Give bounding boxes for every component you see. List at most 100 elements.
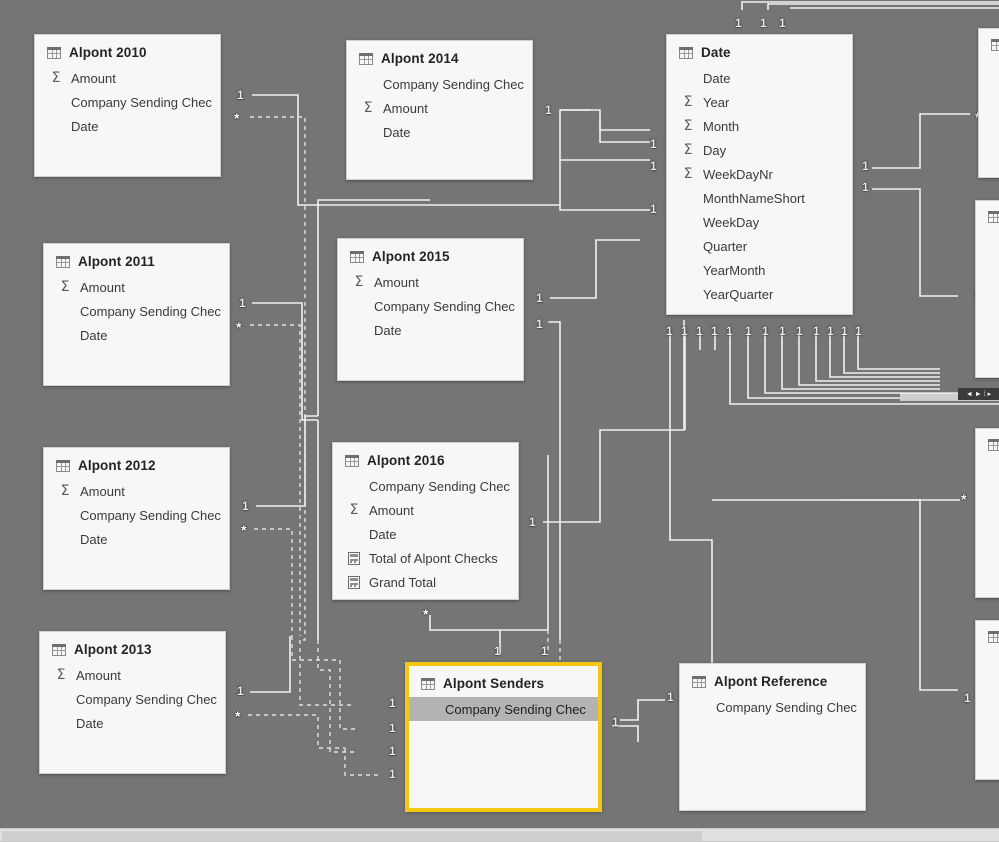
field-row[interactable]: YearMonth bbox=[667, 258, 852, 282]
field-row[interactable]: Σ Amount bbox=[44, 479, 229, 503]
table-header[interactable]: Alpont 2013 bbox=[40, 632, 225, 663]
field-label: Date bbox=[703, 70, 731, 86]
field-label: Date bbox=[374, 322, 402, 338]
field-row[interactable]: Date bbox=[333, 522, 518, 546]
field-row[interactable]: Σ Day bbox=[667, 138, 852, 162]
field-row[interactable]: Quarter bbox=[667, 234, 852, 258]
cardinality-one-marker: 1 bbox=[841, 324, 848, 338]
table-header[interactable]: Alpont Reference bbox=[680, 664, 865, 695]
field-row[interactable]: Company Sending Chec bbox=[338, 294, 523, 318]
field-row[interactable]: MonthNameShort bbox=[667, 186, 852, 210]
field-row[interactable]: Company Sending Chec bbox=[333, 474, 518, 498]
table-card-alpont-2011[interactable]: Alpont 2011 Σ Amount Company Sending Chec Da… bbox=[43, 243, 230, 386]
field-row[interactable]: YearQuarter bbox=[667, 282, 852, 306]
table-card-alpont-2012[interactable]: Alpont 2012 Σ Amount Company Sending Chec Da… bbox=[43, 447, 230, 590]
field-label: Company Sending Chec bbox=[374, 298, 515, 314]
field-label: YearQuarter bbox=[703, 286, 774, 302]
field-row[interactable]: Date bbox=[44, 527, 229, 551]
table-header[interactable]: Date bbox=[667, 35, 852, 66]
field-row[interactable]: Date bbox=[347, 120, 532, 144]
model-view-canvas[interactable]: .sol { fill:none; stroke:#f0f0f0; stroke… bbox=[0, 0, 999, 842]
field-label: WeekDayNr bbox=[703, 166, 773, 182]
table-card-partial-bottom-right[interactable] bbox=[975, 620, 999, 780]
table-card-alpont-senders[interactable]: Alpont Senders Company Sending Chec bbox=[406, 663, 601, 811]
cardinality-one-marker: 1 bbox=[796, 324, 803, 338]
field-row[interactable]: Σ Month bbox=[667, 114, 852, 138]
field-row[interactable]: Σ Amount bbox=[338, 270, 523, 294]
field-row[interactable]: Date bbox=[44, 323, 229, 347]
table-header[interactable]: Alpont 2010 bbox=[35, 35, 220, 66]
field-row[interactable]: Σ Amount bbox=[44, 275, 229, 299]
table-icon bbox=[991, 39, 999, 51]
table-card-alpont-reference[interactable]: Alpont Reference Company Sending Chec bbox=[679, 663, 866, 811]
field-row[interactable]: Company Sending Chec bbox=[347, 72, 532, 96]
field-label: Amount bbox=[76, 667, 121, 683]
table-card-alpont-2014[interactable]: Alpont 2014 Company Sending Chec Σ Amount Da… bbox=[346, 40, 533, 180]
scroll-thumb-lower[interactable] bbox=[2, 831, 702, 841]
field-row[interactable]: Σ Amount bbox=[40, 663, 225, 687]
field-row[interactable]: Company Sending Chec bbox=[409, 697, 598, 721]
cardinality-one-marker: 1 bbox=[541, 644, 548, 658]
cardinality-one-marker: 1 bbox=[726, 324, 733, 338]
table-header[interactable]: Alpont 2012 bbox=[44, 448, 229, 479]
table-card-alpont-2016[interactable]: Alpont 2016 Company Sending Chec Σ Amount Da… bbox=[332, 442, 519, 600]
table-title: Alpont 2014 bbox=[381, 51, 459, 66]
table-header[interactable]: Alpont 2016 bbox=[333, 443, 518, 474]
field-row[interactable]: Σ Amount bbox=[333, 498, 518, 522]
field-row[interactable]: Date bbox=[667, 66, 852, 90]
cardinality-one-marker: 1 bbox=[667, 690, 674, 704]
cardinality-one-marker: 1 bbox=[612, 715, 619, 729]
field-row[interactable]: Date bbox=[338, 318, 523, 342]
table-card-partial-lower-right[interactable] bbox=[975, 428, 999, 598]
nav-last-icon[interactable]: ▸ bbox=[988, 391, 992, 398]
table-card-alpont-2015[interactable]: Alpont 2015 Σ Amount Company Sending Chec Da… bbox=[337, 238, 524, 381]
field-label: MonthNameShort bbox=[703, 190, 805, 206]
table-header[interactable]: Alpont 2014 bbox=[347, 41, 532, 72]
field-label: Company Sending Chec bbox=[383, 76, 524, 92]
table-card-partial-mid-right[interactable] bbox=[975, 200, 999, 378]
table-icon bbox=[988, 211, 999, 223]
table-title: Alpont Reference bbox=[714, 674, 828, 689]
field-row[interactable]: Total of Alpont Checks bbox=[333, 546, 518, 570]
field-row[interactable]: Grand Total bbox=[333, 570, 518, 594]
cardinality-many-marker: * bbox=[235, 708, 241, 724]
table-header[interactable]: Alpont Senders bbox=[409, 666, 598, 697]
nav-next-icon[interactable]: ► bbox=[975, 391, 982, 398]
field-row[interactable]: Σ WeekDayNr bbox=[667, 162, 852, 186]
field-label: Company Sending Chec bbox=[80, 303, 221, 319]
cardinality-one-marker: 1 bbox=[779, 16, 786, 30]
field-row[interactable]: Σ Year bbox=[667, 90, 852, 114]
table-header[interactable]: Alpont 2011 bbox=[44, 244, 229, 275]
field-row[interactable]: Date bbox=[35, 114, 220, 138]
field-row[interactable]: WeekDay bbox=[667, 210, 852, 234]
page-nav-control[interactable]: ◄ ► ⁞ ▸ bbox=[958, 388, 999, 400]
field-row[interactable]: Company Sending Chec bbox=[44, 503, 229, 527]
sigma-icon: Σ bbox=[683, 118, 693, 134]
sigma-icon: Σ bbox=[60, 483, 70, 499]
field-row[interactable]: Company Sending Chec bbox=[680, 695, 865, 719]
field-label: Amount bbox=[383, 100, 428, 116]
field-row[interactable]: Date bbox=[40, 711, 225, 735]
field-row[interactable]: Company Sending Chec bbox=[35, 90, 220, 114]
nav-prev-icon[interactable]: ◄ bbox=[966, 391, 973, 398]
table-icon bbox=[359, 52, 373, 65]
field-row[interactable]: Company Sending Chec bbox=[40, 687, 225, 711]
table-card-alpont-2013[interactable]: Alpont 2013 Σ Amount Company Sending Chec Da… bbox=[39, 631, 226, 774]
field-row[interactable]: Σ Amount bbox=[35, 66, 220, 90]
cardinality-one-marker: 1 bbox=[389, 744, 396, 758]
horizontal-scrollbar-lower[interactable] bbox=[0, 828, 999, 842]
field-label: Grand Total bbox=[369, 574, 436, 590]
field-row[interactable]: Company Sending Chec bbox=[44, 299, 229, 323]
field-label: Amount bbox=[374, 274, 419, 290]
table-header[interactable]: Alpont 2015 bbox=[338, 239, 523, 270]
field-label: Date bbox=[80, 531, 108, 547]
table-card-alpont-2010[interactable]: Alpont 2010 Σ Amount Company Sending Chec Da… bbox=[34, 34, 221, 177]
table-card-date[interactable]: Date Date Σ Year Σ Month Σ Day Σ WeekDayNr MonthNa… bbox=[666, 34, 853, 315]
field-row[interactable]: Σ Amount bbox=[347, 96, 532, 120]
table-header bbox=[979, 29, 999, 57]
table-title: Alpont 2013 bbox=[74, 642, 152, 657]
table-card-partial-top-right[interactable] bbox=[978, 28, 999, 178]
cardinality-one-marker: 1 bbox=[862, 180, 869, 194]
table-title: Alpont 2011 bbox=[78, 254, 155, 269]
field-label: Amount bbox=[80, 279, 125, 295]
